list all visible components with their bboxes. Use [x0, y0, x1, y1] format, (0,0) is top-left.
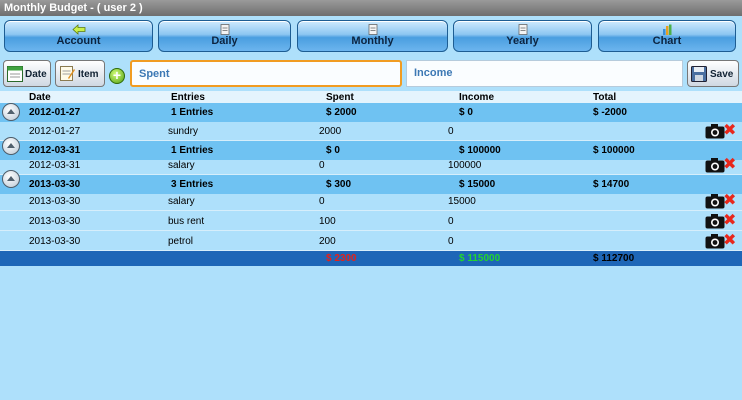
calendar-icon: [368, 24, 377, 35]
entry-row[interactable]: 2013-03-30 bus rent 100 0 ✖: [0, 212, 742, 231]
delete-icon[interactable]: ✖: [723, 157, 736, 173]
chart-label: Chart: [652, 35, 682, 47]
account-button[interactable]: Account: [4, 20, 153, 52]
calendar-icon: [518, 24, 527, 35]
row-spent: 0: [319, 196, 325, 207]
camera-icon[interactable]: [705, 193, 725, 209]
group-row[interactable]: 2012-01-27 1 Entries $ 2000 $ 0 $ -2000: [0, 103, 742, 122]
calendar-icon: [220, 24, 229, 35]
row-entries: 1 Entries: [171, 107, 214, 118]
row-spent: $ 2000: [326, 107, 357, 118]
item-button-label: Item: [78, 69, 99, 80]
total-spent: $ 2300: [326, 253, 357, 264]
collapse-icon[interactable]: [2, 170, 20, 188]
camera-icon[interactable]: [705, 233, 725, 249]
delete-icon[interactable]: ✖: [723, 213, 736, 229]
daily-button[interactable]: Daily: [158, 20, 291, 52]
collapse-icon[interactable]: [2, 103, 20, 121]
row-date: 2013-03-30: [29, 196, 81, 207]
monthly-button[interactable]: Monthly: [297, 20, 448, 52]
total-income: $ 115000: [459, 253, 501, 264]
row-income: $ 0: [459, 107, 473, 118]
row-entries: bus rent: [168, 216, 205, 227]
back-arrow-icon: [71, 24, 85, 35]
save-button[interactable]: Save: [687, 60, 739, 87]
add-button[interactable]: +: [109, 68, 125, 84]
spent-input[interactable]: Spent: [130, 60, 402, 87]
date-picker-button[interactable]: Date: [3, 60, 51, 87]
chart-button[interactable]: Chart: [598, 20, 736, 52]
delete-icon[interactable]: ✖: [723, 123, 736, 139]
row-date: 2013-03-30: [29, 216, 81, 227]
row-total: $ -2000: [593, 107, 627, 118]
bar-chart-icon: [663, 24, 672, 35]
row-income: 15000: [448, 196, 476, 207]
row-income: 0: [448, 216, 454, 227]
plus-icon: +: [112, 67, 122, 83]
yearly-button[interactable]: Yearly: [453, 20, 592, 52]
collapse-icon[interactable]: [2, 137, 20, 155]
entry-row[interactable]: 2012-01-27 sundry 2000 0 ✖: [0, 122, 742, 141]
row-entries: sundry: [168, 126, 199, 137]
income-input[interactable]: Income: [406, 60, 683, 87]
entry-row[interactable]: 2013-03-30 petrol 200 0 ✖: [0, 232, 742, 251]
floppy-disk-icon: [691, 66, 707, 82]
camera-icon[interactable]: [705, 123, 725, 139]
grand-total: $ 112700: [593, 253, 635, 264]
delete-icon[interactable]: ✖: [723, 193, 736, 209]
row-date: 2012-03-31: [29, 160, 81, 171]
row-entries: petrol: [168, 236, 194, 247]
row-spent: 2000: [319, 126, 342, 137]
calendar-icon: [7, 66, 23, 82]
row-entries: salary: [168, 196, 195, 207]
notepad-icon: [60, 66, 75, 81]
row-income: 100000: [448, 160, 482, 171]
account-label: Account: [56, 35, 101, 47]
row-date: 2012-01-27: [29, 107, 81, 118]
daily-label: Daily: [211, 35, 238, 47]
delete-icon[interactable]: ✖: [723, 233, 736, 249]
item-picker-button[interactable]: Item: [55, 60, 105, 87]
row-date: 2013-03-30: [29, 236, 81, 247]
entry-row[interactable]: 2012-03-31 salary 0 100000 ✖: [0, 156, 742, 175]
totals-row: $ 2300 $ 115000 $ 112700: [0, 251, 742, 266]
app-title: Monthly Budget - ( user 2 ): [0, 0, 742, 16]
row-income: 0: [448, 126, 454, 137]
row-spent: 200: [319, 236, 336, 247]
row-spent: 0: [319, 160, 325, 171]
row-entries: salary: [168, 160, 195, 171]
camera-icon[interactable]: [705, 157, 725, 173]
monthly-label: Monthly: [351, 35, 394, 47]
row-date: 2012-01-27: [29, 126, 81, 137]
camera-icon[interactable]: [705, 213, 725, 229]
yearly-label: Yearly: [506, 35, 539, 47]
date-button-label: Date: [25, 69, 47, 80]
entry-row[interactable]: 2013-03-30 salary 0 15000 ✖: [0, 192, 742, 211]
save-label: Save: [710, 69, 734, 80]
row-spent: 100: [319, 216, 336, 227]
row-income: 0: [448, 236, 454, 247]
